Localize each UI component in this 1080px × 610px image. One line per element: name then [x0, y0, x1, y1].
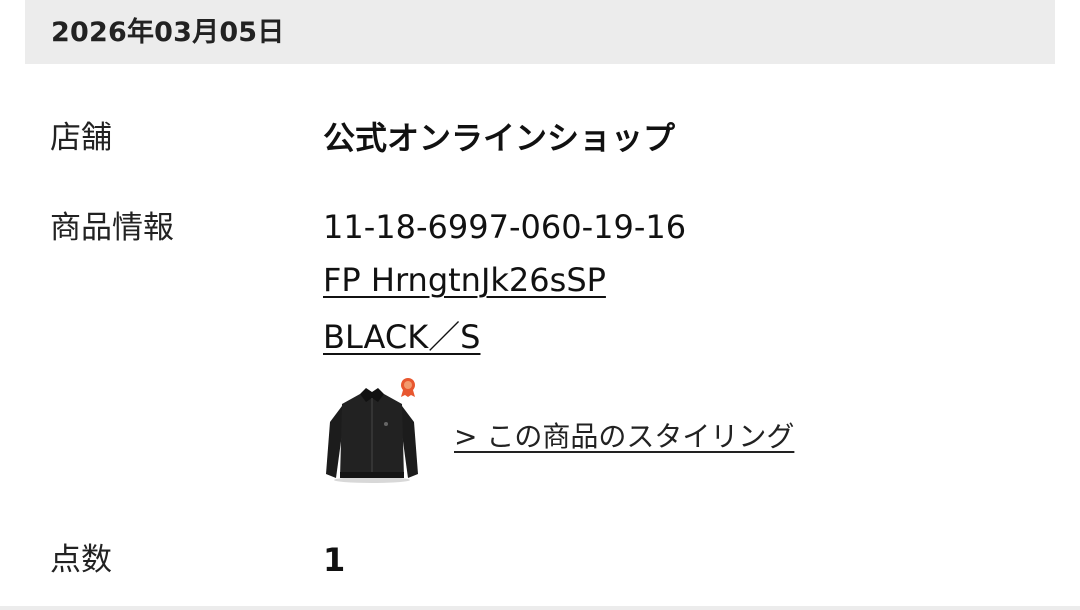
product-code: 11-18-6997-060-19-16	[323, 208, 687, 246]
styling-link[interactable]: > この商品のスタイリング	[454, 417, 794, 457]
quantity-value: 1	[323, 541, 346, 579]
product-variant-link[interactable]: BLACK／S	[323, 315, 481, 359]
date-header: 2026年03月05日	[25, 0, 1055, 64]
orange-medal-badge-icon	[401, 378, 415, 397]
product-name-link[interactable]: FP HrngtnJk26sSP	[323, 258, 606, 302]
order-date: 2026年03月05日	[51, 17, 285, 48]
product-info-label: 商品情報	[50, 210, 174, 246]
store-value: 公式オンラインショップ	[323, 119, 676, 157]
product-thumbnail[interactable]	[322, 374, 424, 486]
quantity-label: 点数	[50, 542, 112, 578]
bottom-divider	[0, 606, 1080, 610]
store-label: 店舗	[50, 120, 112, 156]
